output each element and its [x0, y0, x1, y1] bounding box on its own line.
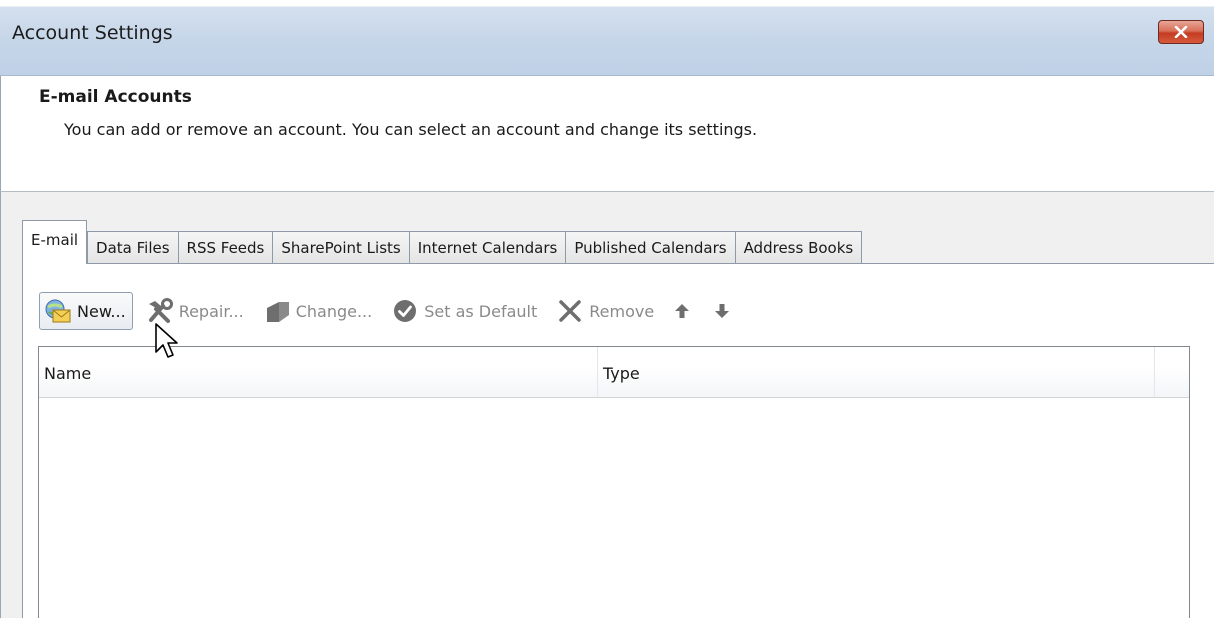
x-icon	[555, 297, 585, 325]
set-as-default-button-label: Set as Default	[424, 301, 538, 321]
repair-button-label: Repair...	[178, 301, 244, 321]
list-header: Name Type	[39, 347, 1189, 398]
header-area: E-mail Accounts You can add or remove an…	[0, 76, 1214, 192]
remove-button[interactable]: Remove	[549, 292, 660, 330]
change-icon	[262, 297, 292, 325]
title-bar[interactable]: Account Settings	[0, 0, 1214, 76]
new-mail-icon	[43, 297, 73, 325]
account-toolbar: New... Repair... Change... Set as Defaul…	[39, 292, 746, 330]
close-icon	[1174, 26, 1188, 38]
tab-strip: E-mail Data Files RSS Feeds SharePoint L…	[22, 220, 863, 264]
section-title: E-mail Accounts	[39, 87, 192, 107]
close-button[interactable]	[1158, 20, 1204, 44]
tab-sharepoint-lists[interactable]: SharePoint Lists	[272, 231, 410, 264]
change-button[interactable]: Change...	[256, 292, 379, 330]
body-area: E-mail Data Files RSS Feeds SharePoint L…	[0, 192, 1214, 618]
move-down-button[interactable]	[706, 292, 740, 330]
mouse-pointer-icon	[154, 322, 180, 364]
column-header-filler	[1155, 347, 1189, 397]
move-up-button[interactable]	[666, 292, 700, 330]
section-description: You can add or remove an account. You ca…	[64, 120, 758, 139]
new-button[interactable]: New...	[39, 292, 133, 330]
tab-published-calendars[interactable]: Published Calendars	[565, 231, 736, 264]
column-header-type[interactable]: Type	[598, 347, 1155, 397]
tab-data-files[interactable]: Data Files	[87, 231, 179, 264]
tab-internet-calendars[interactable]: Internet Calendars	[408, 231, 567, 264]
checkmark-circle-icon	[390, 297, 420, 325]
accounts-list[interactable]: Name Type	[38, 346, 1190, 618]
remove-button-label: Remove	[589, 301, 655, 321]
change-button-label: Change...	[295, 301, 373, 321]
email-tab-panel: New... Repair... Change... Set as Defaul…	[22, 263, 1214, 618]
set-as-default-button[interactable]: Set as Default	[384, 292, 543, 330]
new-button-label: New...	[77, 301, 126, 321]
arrow-down-icon	[712, 297, 732, 325]
account-settings-window: Account Settings E-mail Accounts You can…	[0, 0, 1214, 618]
tab-rss-feeds[interactable]: RSS Feeds	[177, 231, 274, 264]
tab-email[interactable]: E-mail	[22, 220, 88, 264]
window-title: Account Settings	[12, 22, 173, 44]
tools-icon	[145, 297, 175, 325]
column-header-name[interactable]: Name	[39, 347, 598, 397]
arrow-up-icon	[672, 297, 692, 325]
tab-address-books[interactable]: Address Books	[734, 231, 863, 264]
